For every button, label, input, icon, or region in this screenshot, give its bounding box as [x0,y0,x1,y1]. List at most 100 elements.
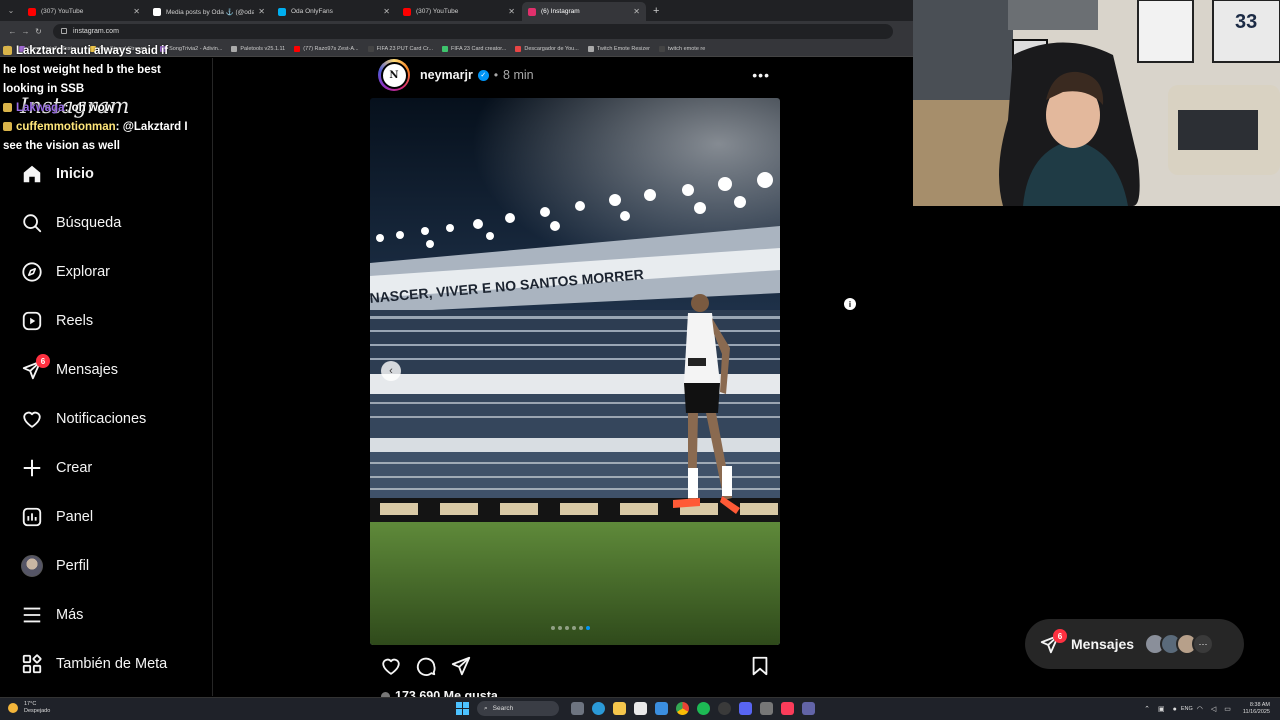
clock[interactable]: 8:38 AM 11/16/2025 [1243,702,1270,716]
chat-username: cuffemmotionman [16,121,116,133]
search-label: Search [492,705,514,712]
comment-icon[interactable] [415,655,437,677]
post-username[interactable]: neymarjr [420,68,473,82]
tab-label: (6) Instagram [541,8,580,15]
microphone-icon[interactable]: ● [1173,706,1177,713]
sidebar-item-reels[interactable]: Reels [20,308,93,334]
url-input[interactable]: instagram.com [53,23,893,39]
bookmark-item[interactable]: Descargador de You... [515,45,579,52]
obs-icon[interactable] [718,702,731,715]
bookmark-item[interactable]: FIFA 23 Card creator... [442,45,506,52]
post-time[interactable]: 8 min [503,68,534,82]
carousel-dot [551,626,555,630]
tab-close-icon[interactable]: ✕ [508,7,515,16]
reload-icon[interactable]: ↻ [32,27,45,36]
chat-badge-icon [3,46,12,55]
new-tab-button[interactable]: + [647,2,665,21]
bookmark-label: twitch emote re [668,45,706,52]
avatar: N [380,61,408,89]
browser-tab[interactable]: Oda OnlyFans ✕ [272,2,396,21]
tab-close-icon[interactable]: ✕ [633,7,640,16]
chat-text: : @Lakztard I [115,121,188,133]
bookmark-item[interactable]: Twitch Emote Resizer [587,45,650,52]
battery-icon[interactable]: ▭ [1224,705,1231,713]
file-explorer-icon[interactable] [613,702,626,715]
chat-badge-icon [3,103,12,112]
post-author-avatar[interactable]: N [378,59,410,91]
profile-avatar [20,554,44,578]
share-icon[interactable] [450,655,472,677]
taskbar-search[interactable]: ⌕ Search [477,701,559,716]
svg-text:33: 33 [1235,11,1257,33]
browser-tab[interactable]: Media posts by Oda ⚓ (@odala ✕ [147,2,271,21]
browser-tab[interactable]: (307) YouTube ✕ [22,2,146,21]
sidebar-item-inicio[interactable]: Inicio [20,161,94,187]
post-image[interactable]: NASCER, VIVER E NO SANTOS MORRER [370,98,780,645]
bookmark-item[interactable]: FIFA 23 PUT Card Cr... [367,45,434,52]
settings-icon[interactable] [760,702,773,715]
windows-start-icon[interactable] [456,702,469,715]
volume-icon[interactable]: ◁ [1211,705,1216,713]
like-heart-icon[interactable] [380,655,402,677]
sidebar-item-label: Crear [56,460,93,476]
tab-search-button[interactable]: ⌄ [0,0,22,21]
tab-close-icon[interactable]: ✕ [258,7,265,16]
taskbar-apps: ⌕ Search [456,701,819,716]
bookmark-label: FIFA 23 PUT Card Cr... [376,45,434,52]
notepad-icon[interactable] [634,702,647,715]
url-text: instagram.com [73,27,119,35]
sidebar-item-label: También de Meta [56,656,168,672]
sidebar-item-panel[interactable]: Panel [20,504,93,530]
system-tray: ⌃ ▣ ● ENG ◠ ◁ ▭ 8:38 AM 11/16/2025 [1140,702,1270,716]
tab-close-icon[interactable]: ✕ [383,7,390,16]
chrome-icon[interactable] [676,702,689,715]
spotify-icon[interactable] [697,702,710,715]
sidebar-item-crear[interactable]: Crear [20,455,92,481]
weather-widget[interactable]: 17°C Despejado [8,701,50,715]
notification-badge: 6 [1053,629,1067,643]
browser-tab-active[interactable]: (6) Instagram ✕ [522,2,646,21]
site-info-icon[interactable] [61,28,67,34]
sidebar-item-busqueda[interactable]: Búsqueda [20,210,121,236]
sidebar-item-mas[interactable]: Más [20,602,83,628]
browser-tab[interactable]: (307) YouTube ✕ [397,2,521,21]
language-indicator[interactable]: ENG [1181,706,1193,712]
mail-icon[interactable] [655,702,668,715]
sidebar-item-perfil[interactable]: Perfil [20,553,89,579]
info-icon[interactable]: i [844,298,856,310]
stream-chat-overlay: Lakztard: auti always said if he lost we… [3,42,211,156]
back-arrow-icon[interactable]: ← [6,27,19,36]
bookmark-item[interactable]: Paletools v25.1.11 [231,45,285,52]
tray-app-icon[interactable]: ▣ [1158,705,1165,713]
carousel-indicator [551,626,590,630]
bookmark-item[interactable]: (77) Razo97s Zest-A... [294,45,359,52]
more-conversations: ··· [1192,633,1215,655]
verified-badge-icon: ✓ [477,69,489,81]
tab-close-icon[interactable]: ✕ [133,7,140,16]
bookmark-label: Descargador de You... [524,45,579,52]
tab-label: (307) YouTube [41,8,84,15]
messages-label: Mensajes [1071,636,1135,652]
avatar [21,555,43,577]
wifi-icon[interactable]: ◠ [1197,705,1203,713]
youtube-favicon-icon [403,7,411,16]
bookmark-item[interactable]: twitch emote re [659,45,706,52]
chevron-up-icon[interactable]: ⌃ [1144,705,1150,713]
heart-icon [20,407,44,431]
edge-icon[interactable] [592,702,605,715]
discord-icon[interactable] [739,702,752,715]
music-app-icon[interactable] [781,702,794,715]
weather-temp: 17°C [24,701,37,707]
more-options-button[interactable]: ••• [752,67,770,83]
sidebar-item-notificaciones[interactable]: Notificaciones [20,406,146,432]
teams-icon[interactable] [802,702,815,715]
bookmark-icon[interactable] [749,655,771,677]
sidebar-item-tambien-de-meta[interactable]: También de Meta [20,651,167,677]
messages-floating-button[interactable]: 6 Mensajes ··· [1025,619,1244,669]
bookmark-favicon-icon [659,45,665,52]
sidebar-item-mensajes[interactable]: 6 Mensajes [20,354,118,383]
forward-arrow-icon[interactable]: → [19,27,32,36]
sidebar-item-explorar[interactable]: Explorar [20,259,110,285]
carousel-prev-button[interactable]: ‹ [381,361,401,381]
task-view-icon[interactable] [571,702,584,715]
